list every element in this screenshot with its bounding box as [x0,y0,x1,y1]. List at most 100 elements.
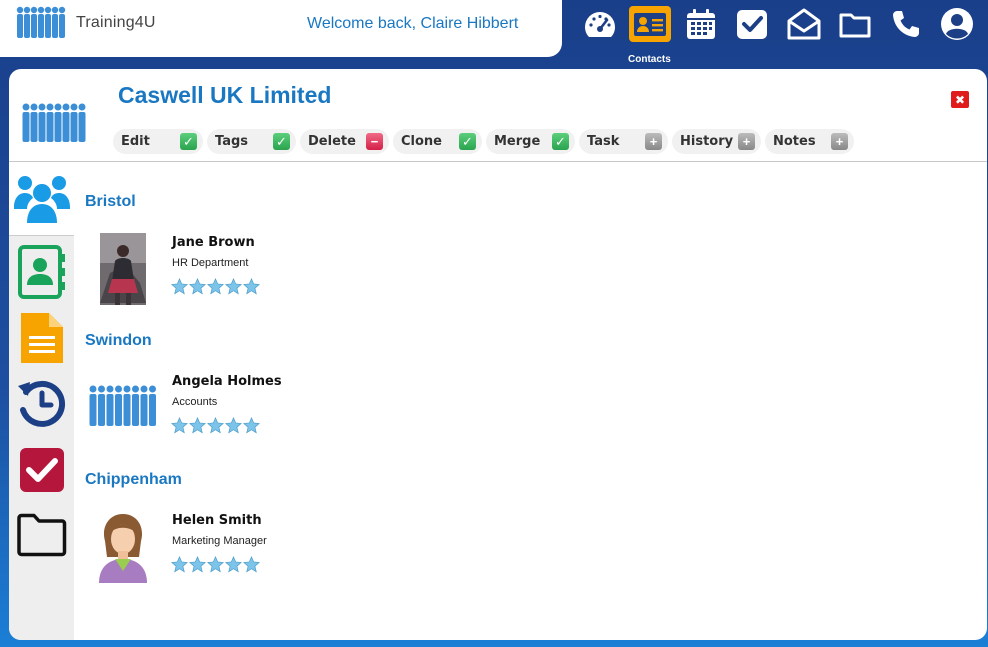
star-icon [189,417,206,434]
star-icon [207,556,224,573]
star-icon [189,278,206,295]
minus-icon: − [366,133,383,150]
contact-card[interactable]: Angela Holmes Accounts [85,372,485,452]
phone-icon [893,11,919,37]
task-label: Task [587,134,620,149]
sidebar-item-people[interactable] [9,162,74,236]
contact-photo [85,511,161,583]
company-logo [19,101,93,154]
group-title-chippenham: Chippenham [85,471,182,488]
nav-mail[interactable] [782,2,826,46]
edit-button[interactable]: Edit ✓ [113,129,203,154]
star-icon [207,417,224,434]
plus-icon: + [738,133,755,150]
star-icon [243,278,260,295]
nav-dashboard[interactable] [578,2,622,46]
merge-button[interactable]: Merge ✓ [486,129,575,154]
star-icon [243,417,260,434]
sidebar-item-history[interactable] [9,378,74,430]
contact-department: Accounts [172,396,218,408]
task-button[interactable]: Task + [579,129,668,154]
star-rating[interactable] [171,278,260,295]
sidebar [9,162,74,640]
close-button[interactable]: ✖ [951,91,969,108]
logo-text: Training4U [76,14,156,31]
nav-calendar[interactable] [679,2,723,46]
header-bar: Training4U Welcome back, Claire Hibbert [0,0,562,57]
people-group-icon [22,103,86,142]
document-icon [20,313,63,363]
address-book-icon [17,245,65,299]
star-icon [171,417,188,434]
check-icon: ✓ [552,133,569,150]
contact-card-icon [634,13,666,36]
contact-department: Marketing Manager [172,535,267,547]
star-icon [225,417,242,434]
sidebar-item-folders[interactable] [9,512,74,558]
nav-phone[interactable] [884,2,928,46]
close-icon: ✖ [954,92,966,107]
check-icon: ✓ [459,133,476,150]
nav-files[interactable] [833,2,877,46]
delete-button[interactable]: Delete − [300,129,389,154]
clone-button[interactable]: Clone ✓ [393,129,482,154]
contact-card[interactable]: Jane Brown HR Department [85,233,485,313]
checkbox-icon [737,10,767,39]
folder-icon [839,13,871,38]
history-label: History [680,134,734,149]
people-icon [13,175,70,223]
check-icon: ✓ [273,133,290,150]
nav-account[interactable] [935,2,979,46]
folder-icon [16,513,66,557]
tags-button[interactable]: Tags ✓ [207,129,296,154]
task-check-icon [19,448,64,492]
app-logo[interactable]: Training4U [14,4,156,42]
history-icon [17,380,65,427]
star-icon [207,278,224,295]
nav-contacts[interactable] [629,6,671,42]
star-rating[interactable] [171,556,260,573]
sidebar-item-documents[interactable] [9,310,74,366]
envelope-icon [787,8,821,40]
group-title-swindon: Swindon [85,332,152,349]
header-divider [9,161,987,162]
calendar-icon [687,9,715,39]
contact-photo [85,372,161,444]
history-button[interactable]: History + [672,129,761,154]
tags-label: Tags [215,134,249,149]
welcome-message: Welcome back, Claire Hibbert [307,15,519,32]
delete-label: Delete [308,134,356,149]
star-icon [171,278,188,295]
star-icon [225,556,242,573]
notes-button[interactable]: Notes + [765,129,854,154]
contact-name[interactable]: Angela Holmes [172,374,282,389]
female-avatar-icon [99,514,147,583]
speedometer-icon [585,12,615,37]
group-title-bristol: Bristol [85,193,136,210]
check-icon: ✓ [180,133,197,150]
edit-label: Edit [121,134,150,149]
contact-photo [85,233,161,305]
star-rating[interactable] [171,417,260,434]
star-icon [189,556,206,573]
user-circle-icon [941,8,973,40]
nav-active-label: Contacts [628,54,671,65]
action-toolbar: Edit ✓ Tags ✓ Delete − Clone ✓ Merge ✓ T… [113,129,854,154]
nav-tasks[interactable] [730,2,774,46]
sidebar-item-tasks[interactable] [9,445,74,495]
clone-label: Clone [401,134,442,149]
contact-panel: Caswell UK Limited ✖ Edit ✓ Tags ✓ Delet… [9,69,987,640]
contact-card[interactable]: Helen Smith Marketing Manager [85,511,485,591]
star-icon [225,278,242,295]
plus-icon: + [831,133,848,150]
company-title: Caswell UK Limited [118,82,332,108]
photo-icon [100,233,146,305]
sidebar-item-address-book[interactable] [9,244,74,300]
plus-icon: + [645,133,662,150]
star-icon [171,556,188,573]
contact-name[interactable]: Helen Smith [172,513,262,528]
notes-label: Notes [773,134,816,149]
contact-name[interactable]: Jane Brown [172,235,255,250]
star-icon [243,556,260,573]
contact-department: HR Department [172,257,249,269]
